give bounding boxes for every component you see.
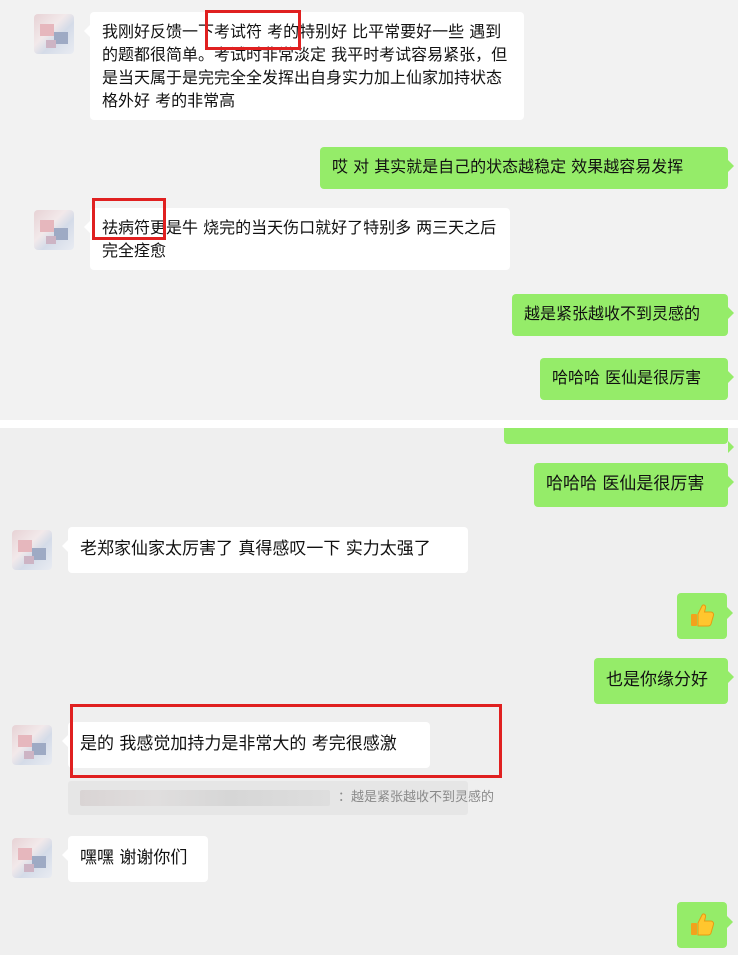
message-bubble-outgoing[interactable]: 也是你缘分好 xyxy=(594,658,734,704)
message-bubble-outgoing-emoji[interactable] xyxy=(677,593,733,639)
screenshot-divider xyxy=(0,420,738,428)
quoted-message[interactable]: ：越是紧张越收不到灵感的 xyxy=(68,781,494,815)
message-bubble-outgoing[interactable]: 哎 对 其实就是自己的状态越稳定 效果越容易发挥 xyxy=(320,147,734,189)
thumbs-up-icon xyxy=(691,604,715,627)
message-bubble-outgoing[interactable]: 哈哈哈 医仙是很厉害 xyxy=(540,358,734,400)
highlight-box xyxy=(70,704,502,778)
avatar[interactable] xyxy=(34,14,74,54)
message-bubble-incoming[interactable]: 我刚好反馈一下考试符 考的特别好 比平常要好一些 遇到的题都很简单。考试时非常淡… xyxy=(84,12,524,120)
highlight-box xyxy=(205,10,301,50)
quoted-text: ：越是紧张越收不到灵感的 xyxy=(338,790,495,805)
avatar[interactable] xyxy=(12,530,52,570)
message-bubble-outgoing[interactable]: 哈哈哈 医仙是很厉害 xyxy=(534,463,734,507)
message-bubble-outgoing-emoji[interactable] xyxy=(677,902,733,948)
message-bubble-outgoing[interactable]: 越是紧张越收不到灵感的 xyxy=(512,294,734,336)
highlight-box xyxy=(92,198,166,240)
thumbs-up-icon xyxy=(691,913,715,936)
message-bubble-incoming[interactable]: 嘿嘿 谢谢你们 xyxy=(62,836,208,882)
message-bubble-outgoing-partial xyxy=(504,428,734,453)
avatar[interactable] xyxy=(12,725,52,765)
avatar[interactable] xyxy=(34,210,74,250)
blurred-sender-name xyxy=(80,790,330,806)
message-bubble-incoming[interactable]: 老郑家仙家太厉害了 真得感叹一下 实力太强了 xyxy=(62,527,468,573)
avatar[interactable] xyxy=(12,838,52,878)
